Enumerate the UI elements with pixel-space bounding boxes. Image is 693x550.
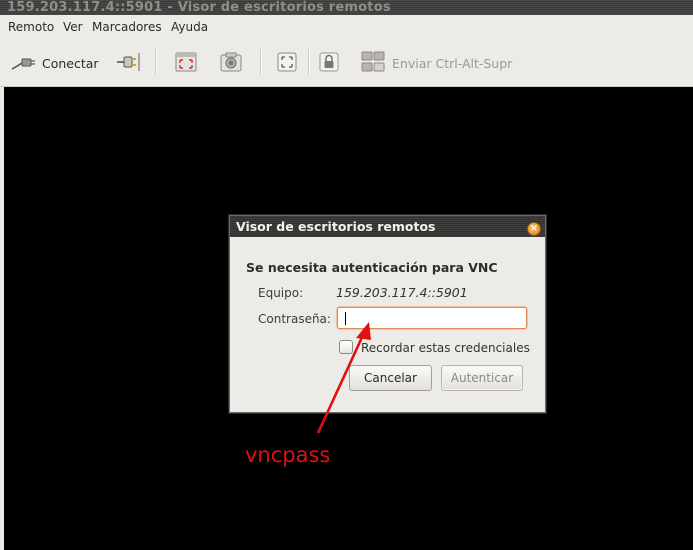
annotation-text: vncpass <box>245 443 331 467</box>
annotation-arrow <box>316 322 371 434</box>
